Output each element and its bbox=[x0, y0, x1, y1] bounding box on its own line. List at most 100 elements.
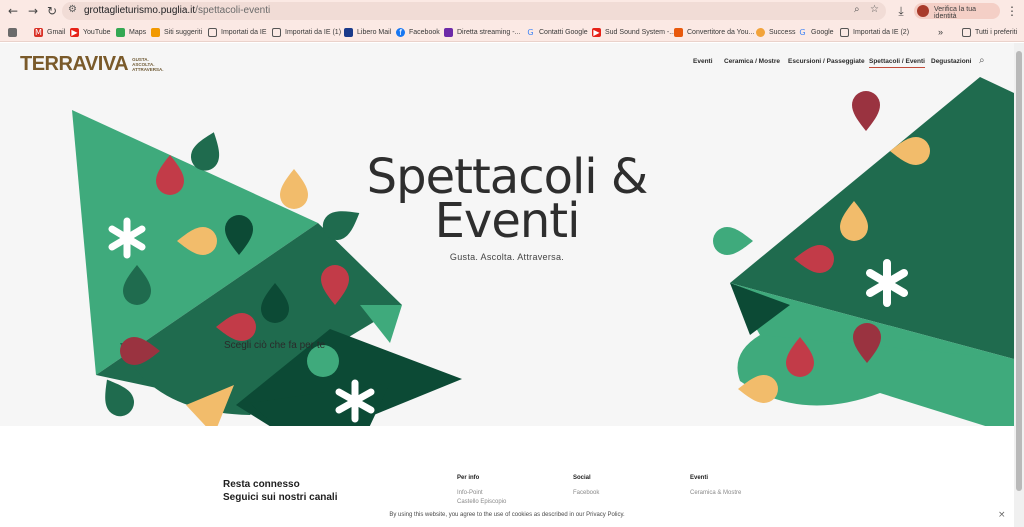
footer-link-infopoint[interactable]: Info-Point bbox=[457, 490, 483, 496]
title-line: Eventi bbox=[434, 193, 581, 249]
hero-cta-link[interactable]: Scegli ciò che fa per te bbox=[224, 340, 325, 351]
ornament-maroon bbox=[852, 91, 880, 131]
search-icon[interactable]: ⌕ bbox=[979, 55, 985, 66]
page-title: Spettacoli & Eventi bbox=[340, 153, 674, 245]
url-path: /spettacoli-eventi bbox=[195, 5, 271, 16]
logo-wordmark: TERRAVIVA bbox=[20, 52, 129, 75]
bookmark-all[interactable]: Tutti i preferiti bbox=[962, 26, 1017, 38]
bookmark-diretta[interactable]: Diretta streaming -... bbox=[444, 26, 520, 38]
bookmark-star-icon[interactable]: ☆ bbox=[870, 4, 879, 15]
apps-grid-icon[interactable] bbox=[8, 26, 21, 38]
footer-link-facebook[interactable]: Facebook bbox=[573, 490, 599, 496]
hero-subtitle: Gusta. Ascolta. Attraversa. bbox=[449, 252, 565, 262]
bookmarks-bar: M Gmail ▶ YouTube Maps Siti suggeriti Impo… bbox=[0, 22, 1024, 42]
bookmark-label: Success bbox=[769, 28, 796, 36]
logo-text: TERRAVIVA bbox=[20, 52, 129, 76]
libero-icon bbox=[344, 27, 353, 37]
tagline-line: ATTRAVERSA. bbox=[132, 66, 164, 72]
more-bookmarks-icon[interactable]: » bbox=[938, 26, 943, 38]
suggested-sites-icon bbox=[151, 27, 160, 37]
ornament-yellow bbox=[280, 169, 308, 209]
site-logo[interactable]: TERRAVIVA GUSTA. ASCOLTA. ATTRAVERSA. bbox=[20, 53, 163, 75]
bookmark-folder-ie[interactable]: Importati da IE bbox=[208, 26, 267, 38]
google-g-icon: G bbox=[799, 27, 806, 37]
bookmark-label: Importati da IE (1) bbox=[285, 28, 342, 36]
bookmark-label: Libero Mail bbox=[357, 28, 392, 36]
menu-kebab-icon[interactable]: ⋮ bbox=[1005, 4, 1019, 18]
bookmark-folder-ie2[interactable]: Importati da IE (2) bbox=[840, 26, 909, 38]
bookmark-success[interactable]: Success bbox=[756, 26, 795, 38]
nav-degustazioni[interactable]: Degustazioni bbox=[931, 58, 971, 65]
back-icon[interactable]: ← bbox=[6, 4, 20, 18]
youtube-icon: ▶ bbox=[592, 27, 601, 37]
folder-icon bbox=[272, 27, 281, 37]
google-g-icon: G bbox=[527, 27, 534, 37]
nav-spettacoli-eventi[interactable]: Spettacoli / Eventi bbox=[869, 58, 925, 68]
bookmark-maps[interactable]: Maps bbox=[116, 26, 146, 38]
footer-col-perinfo: Per info bbox=[457, 475, 480, 481]
bookmark-gmail[interactable]: M Gmail bbox=[34, 26, 65, 38]
browser-toolbar: ← → ↻ ⚙ grottaglieturismo.puglia.it/spet… bbox=[0, 0, 1024, 22]
bookmark-contatti[interactable]: G Contatti Google bbox=[526, 26, 588, 38]
page-content: TERRAVIVA GUSTA. ASCOLTA. ATTRAVERSA. Ev… bbox=[0, 43, 1014, 527]
bookmark-google[interactable]: G Google bbox=[798, 26, 834, 38]
bookmark-label: Convertitore da You... bbox=[687, 28, 755, 36]
streaming-icon bbox=[444, 27, 453, 37]
logo-tagline: GUSTA. ASCOLTA. ATTRAVERSA. bbox=[132, 57, 163, 72]
bookmark-folder-ie1[interactable]: Importati da IE (1) bbox=[272, 26, 341, 38]
gmail-icon: M bbox=[34, 27, 43, 37]
bookmark-libero[interactable]: Libero Mail bbox=[344, 26, 391, 38]
bookmark-facebook[interactable]: f Facebook bbox=[396, 26, 440, 38]
facebook-icon: f bbox=[396, 27, 405, 37]
converter-icon bbox=[674, 27, 683, 37]
bookmark-label: Importati da IE (2) bbox=[853, 28, 910, 36]
forward-icon[interactable]: → bbox=[26, 4, 40, 18]
download-icon[interactable]: ⤓ bbox=[894, 4, 908, 18]
cookie-banner: By using this website, you agree to the … bbox=[0, 505, 1014, 527]
reload-icon[interactable]: ↻ bbox=[45, 4, 59, 18]
verify-identity-button[interactable]: Verifica la tua identità bbox=[914, 3, 1000, 20]
page-scrollbar[interactable] bbox=[1014, 43, 1024, 527]
close-icon[interactable]: × bbox=[998, 510, 1006, 520]
nav-eventi[interactable]: Eventi bbox=[693, 58, 713, 65]
footer-col-social: Social bbox=[573, 475, 591, 481]
nav-escursioni[interactable]: Escursioni / Passeggiate bbox=[788, 58, 865, 65]
bookmark-label: Diretta streaming -... bbox=[457, 28, 521, 36]
folder-icon bbox=[962, 27, 971, 37]
bookmark-convertitore[interactable]: Convertitore da You... bbox=[674, 26, 754, 38]
bookmark-label: Tutti i preferiti bbox=[975, 28, 1018, 36]
folder-icon bbox=[840, 27, 849, 37]
footer-title: Resta connesso Seguici sui nostri canali bbox=[223, 478, 337, 504]
success-icon bbox=[756, 27, 765, 37]
bookmark-label: Sud Sound System -... bbox=[605, 28, 676, 36]
site-info-icon[interactable]: ⚙ bbox=[68, 4, 77, 15]
footer-title-line: Resta connesso bbox=[223, 479, 300, 490]
footer-title-line: Seguici sui nostri canali bbox=[223, 492, 338, 503]
bookmark-siti-suggeriti[interactable]: Siti suggeriti bbox=[151, 26, 202, 38]
ornament-green bbox=[713, 227, 753, 255]
footer-link-ceramica[interactable]: Ceramica & Mostre bbox=[690, 490, 741, 496]
nav-ceramica-mostre[interactable]: Ceramica / Mostre bbox=[724, 58, 780, 65]
youtube-icon: ▶ bbox=[70, 27, 79, 37]
scrollbar-thumb[interactable] bbox=[1016, 51, 1022, 491]
bookmark-label: Contatti Google bbox=[539, 28, 588, 36]
bookmark-label: Facebook bbox=[409, 28, 440, 36]
bookmark-label: Siti suggeriti bbox=[164, 28, 203, 36]
address-bar[interactable]: ⚙ grottaglieturismo.puglia.it/spettacoli… bbox=[62, 2, 886, 20]
cookie-text: By using this website, you agree to the … bbox=[389, 512, 625, 518]
folder-icon bbox=[208, 27, 217, 37]
bookmark-sud-sound[interactable]: ▶ Sud Sound System -... bbox=[592, 26, 675, 38]
verify-label: Verifica la tua identità bbox=[934, 6, 977, 20]
maps-icon bbox=[116, 27, 125, 37]
avatar bbox=[917, 5, 929, 17]
bookmark-label: Gmail bbox=[47, 28, 66, 36]
url-text[interactable]: grottaglieturismo.puglia.it/spettacoli-e… bbox=[84, 5, 270, 16]
bookmark-label: Google bbox=[811, 28, 834, 36]
footer-col-eventi: Eventi bbox=[690, 475, 709, 481]
bookmark-label: Maps bbox=[129, 28, 147, 36]
bookmark-label: Importati da IE bbox=[221, 28, 267, 36]
bookmark-youtube[interactable]: ▶ YouTube bbox=[70, 26, 111, 38]
zoom-icon[interactable]: ⌕ bbox=[854, 4, 860, 15]
url-host: grottaglieturismo.puglia.it bbox=[84, 5, 196, 16]
bookmark-label: YouTube bbox=[83, 28, 111, 36]
